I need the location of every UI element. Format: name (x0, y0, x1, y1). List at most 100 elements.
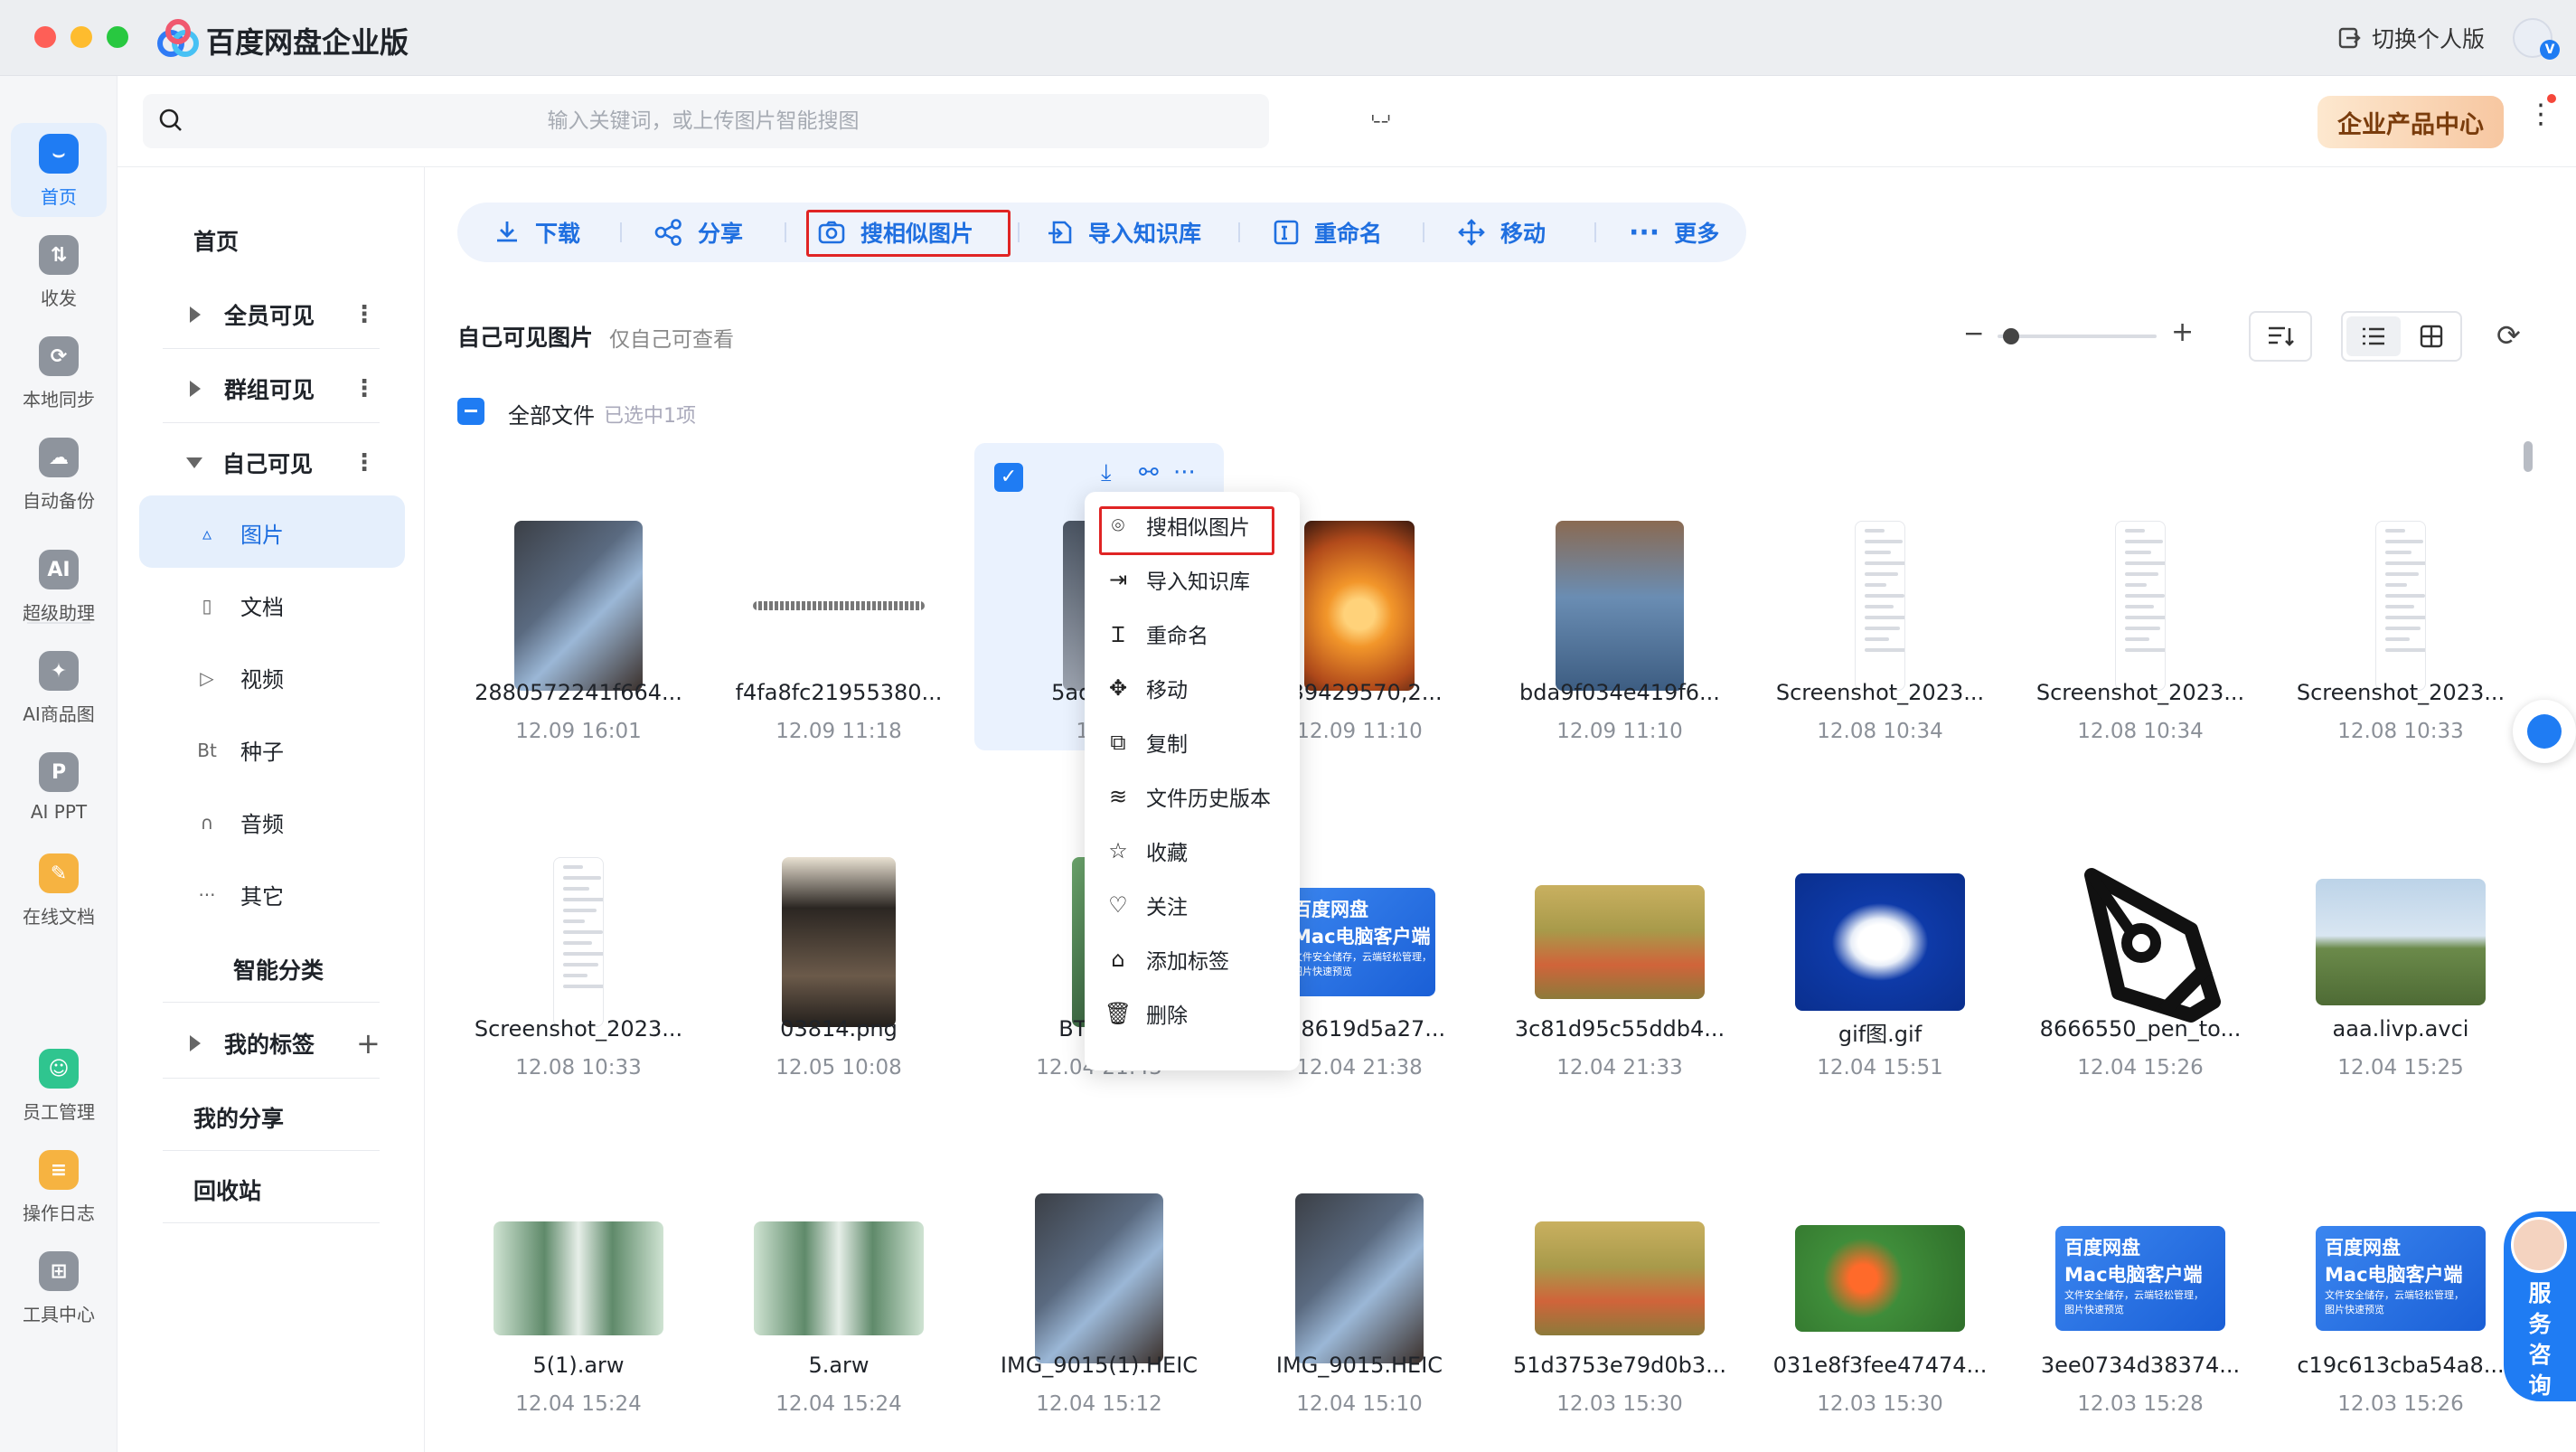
more-icon[interactable]: ··· (1173, 459, 1196, 486)
history-layers-icon: ≋ (1108, 784, 1128, 809)
section-title: 自己可见图片 (457, 325, 594, 351)
file-thumbnail: 百度网盘 Mac电脑客户端 文件安全储存，云端轻松管理， 图片快速预览 (2316, 1226, 2486, 1331)
search-input[interactable] (197, 94, 1209, 148)
sidebar-sub-item-3[interactable]: ▷ 视频 (193, 662, 284, 693)
file-item[interactable]: Screenshot_2023... 12.08 10:33 (2276, 443, 2525, 750)
file-item[interactable]: aaa.livp.avci 12.04 15:25 (2276, 779, 2525, 1087)
share-icon[interactable]: ⚯ (1139, 459, 1159, 486)
vip-badge: V (2540, 40, 2560, 60)
file-name: f4fa8fc21955380... (735, 680, 943, 705)
import-knowledge-base-button[interactable]: 导入知识库 (1047, 203, 1201, 262)
context-menu-item-5[interactable]: ⧉ 复制 (1103, 727, 1188, 758)
rail-item-8[interactable]: ✎ 在线文档 (11, 843, 107, 937)
download-icon[interactable]: ⤓ (1101, 459, 1112, 487)
add-tag-icon[interactable]: + (356, 1026, 381, 1061)
file-item[interactable]: 5.arw 12.04 15:24 (714, 1116, 964, 1423)
sidebar-sub-item-1[interactable]: ▵ 图片 (193, 517, 284, 549)
refresh-icon[interactable]: ⟳ (2496, 318, 2521, 353)
rail-item-4[interactable]: ☁ 自动备份 (11, 427, 107, 521)
rail-item-7[interactable]: P AI PPT (11, 741, 107, 835)
expand-arrow-icon[interactable] (190, 1035, 201, 1051)
file-item[interactable]: IMG_9015(1).HEIC 12.04 15:12 (974, 1116, 1224, 1423)
file-item[interactable]: 3c81d95c55ddb4... 12.04 21:33 (1495, 779, 1744, 1087)
rail-item-2[interactable]: ⇅ 收发 (11, 224, 107, 318)
file-item[interactable]: 百度网盘 Mac电脑客户端 文件安全储存，云端轻松管理， 图片快速预览 3ee0734d… (2016, 1116, 2265, 1423)
list-view-button[interactable] (2346, 316, 2401, 356)
sidebar-divider (163, 1002, 380, 1003)
switch-personal-button[interactable]: 切换个人版 (2337, 22, 2485, 54)
more-options-icon[interactable]: ⋮ (353, 301, 376, 328)
file-item[interactable]: 8666550_pen_to... 12.04 15:26 (2016, 779, 2265, 1087)
file-date: 12.04 15:51 (1817, 1056, 1943, 1080)
zoom-out-button[interactable]: − (1963, 318, 1984, 348)
select-all-checkbox[interactable] (457, 398, 484, 425)
collapse-arrow-icon[interactable] (186, 457, 202, 468)
thumbnail-banner-text: 百度网盘 (2325, 1237, 2401, 1259)
rail-item-5[interactable]: AI 超级助理 (11, 539, 107, 633)
file-item[interactable]: Screenshot_2023... 12.08 10:34 (1755, 443, 2005, 750)
file-checkbox[interactable]: ✓ (994, 463, 1023, 492)
file-item[interactable]: Screenshot_2023... 12.08 10:34 (2016, 443, 2265, 750)
sidebar-recycle-label: 回收站 (193, 1178, 262, 1204)
staff-icon: ☺ (39, 1049, 79, 1089)
grid-view-button[interactable] (2404, 316, 2458, 356)
sidebar-sub-item-5[interactable]: ∩ 音频 (193, 806, 284, 838)
sidebar-sub-item-6[interactable]: ··· 其它 (193, 879, 284, 910)
rename-button[interactable]: 重命名 (1273, 203, 1382, 262)
file-date: 12.09 11:18 (776, 720, 902, 743)
move-button[interactable]: 移动 (1457, 203, 1546, 262)
file-item[interactable]: Screenshot_2023... 12.08 10:33 (454, 779, 703, 1087)
context-menu-item-8[interactable]: ♡ 关注 (1103, 890, 1188, 920)
context-menu-item-3[interactable]: Ɪ 重命名 (1103, 618, 1208, 649)
context-menu-label: 移动 (1146, 679, 1188, 702)
close-window-button[interactable] (34, 26, 56, 48)
rail-item-11[interactable]: ⊞ 工具中心 (11, 1240, 107, 1334)
file-item[interactable]: 5(1).arw 12.04 15:24 (454, 1116, 703, 1423)
file-item[interactable]: 2880572241f664... 12.09 16:01 (454, 443, 703, 750)
file-item[interactable]: 031e8f3fee47474... 12.03 15:30 (1755, 1116, 2005, 1423)
rail-item-10[interactable]: ≡ 操作日志 (11, 1139, 107, 1233)
sidebar-group-visible-label: 群组可见 (224, 377, 315, 403)
share-button[interactable]: 分享 (654, 203, 743, 262)
sort-button[interactable] (2249, 311, 2312, 362)
zoom-in-button[interactable]: + (2171, 316, 2194, 348)
more-actions-button[interactable]: ··· 更多 (1629, 203, 1719, 262)
minimize-window-button[interactable] (71, 26, 92, 48)
zoom-slider-track[interactable] (1998, 335, 2157, 338)
rail-item-3[interactable]: ⟳ 本地同步 (11, 325, 107, 420)
toolbar-divider (1594, 222, 1596, 242)
download-button[interactable]: 下载 (494, 203, 580, 262)
more-options-icon[interactable]: ⋮ (353, 449, 376, 476)
context-menu-item-4[interactable]: ✥ 移动 (1103, 673, 1188, 703)
context-menu-item-7[interactable]: ☆ 收藏 (1103, 835, 1188, 866)
more-menu-icon[interactable]: ⋮ (2527, 101, 2554, 128)
sidebar-sub-item-4[interactable]: Bt 种子 (193, 734, 284, 766)
context-menu-item-10[interactable]: 🗑 删除 (1103, 998, 1188, 1029)
file-item[interactable]: 51d3753e79d0b3... 12.03 15:30 (1495, 1116, 1744, 1423)
file-item[interactable]: gif图.gif 12.04 15:51 (1755, 779, 2005, 1087)
rail-item-label: 超级助理 (23, 602, 95, 624)
rail-item-1[interactable]: ⌣ 首页 (11, 123, 107, 217)
file-item[interactable]: f4fa8fc21955380... 12.09 11:18 (714, 443, 964, 750)
list-view-icon (2363, 327, 2384, 345)
enterprise-product-center-button[interactable]: 企业产品中心 (2317, 96, 2504, 148)
image-search-icon[interactable]: ⌎⌏ (1365, 110, 1397, 133)
toolbar-divider (620, 222, 622, 242)
maximize-window-button[interactable] (107, 26, 128, 48)
file-item[interactable]: bda9f034e419f6... 12.09 11:10 (1495, 443, 1744, 750)
sidebar-sub-icon: ∩ (200, 811, 214, 834)
sidebar-sub-item-2[interactable]: ▯ 文档 (193, 589, 284, 621)
expand-arrow-icon[interactable] (190, 306, 201, 323)
sidebar-sub-icon: ▵ (202, 522, 212, 544)
expand-arrow-icon[interactable] (190, 381, 201, 397)
zoom-slider-handle[interactable] (2003, 328, 2019, 344)
context-menu-item-9[interactable]: ⌂ 添加标签 (1103, 944, 1229, 975)
rail-item-9[interactable]: ☺ 员工管理 (11, 1038, 107, 1132)
file-item[interactable]: 百度网盘 Mac电脑客户端 文件安全储存，云端轻松管理， 图片快速预览 c19c613c… (2276, 1116, 2525, 1423)
file-item[interactable]: 03814.png 12.05 10:08 (714, 779, 964, 1087)
file-item[interactable]: IMG_9015.HEIC 12.04 15:10 (1235, 1116, 1484, 1423)
rail-item-6[interactable]: ✦ AI商品图 (11, 640, 107, 734)
context-menu-item-2[interactable]: ⇥ 导入知识库 (1103, 564, 1250, 595)
context-menu-item-6[interactable]: ≋ 文件历史版本 (1103, 781, 1271, 812)
more-options-icon[interactable]: ⋮ (353, 375, 376, 402)
